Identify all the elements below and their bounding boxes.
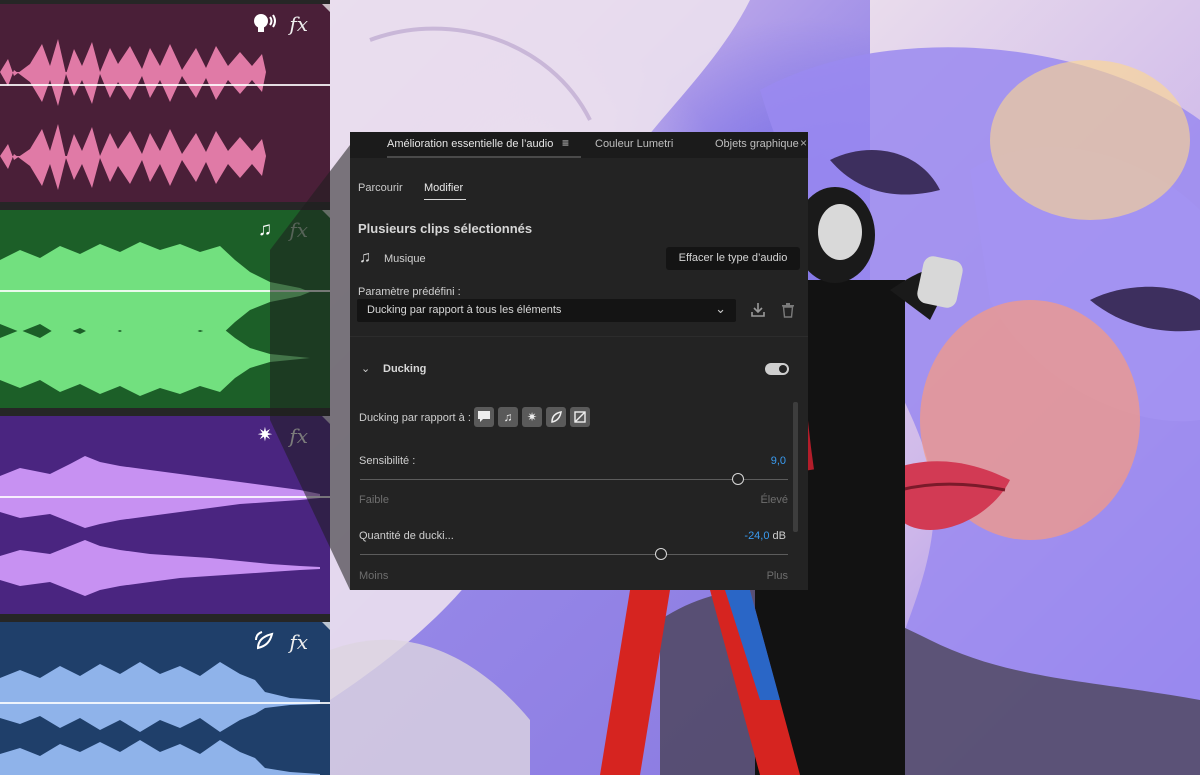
sensitivity-slider-track[interactable] [360,479,788,480]
ducking-amount-value[interactable]: -24,0 dB [744,530,786,542]
clear-audio-type-button[interactable]: Effacer le type d’audio [666,247,800,270]
chevron-down-icon: ⌄ [715,301,726,316]
duck-against-music-icon[interactable]: ♫ [498,407,518,427]
ducking-amount-min-label: Moins [359,570,389,582]
sensitivity-max-label: Élevé [760,494,788,506]
subtab-edit[interactable]: Modifier [424,182,463,194]
preset-label: Paramètre prédéfini : [358,286,461,298]
tab-graphics[interactable]: Objets graphique [715,138,799,150]
track-corner-marker [322,210,330,218]
ducking-toggle[interactable] [765,363,789,375]
duck-against-label: Ducking par rapport à : [359,412,471,424]
waveform-ambience [0,662,320,775]
ambience-icon[interactable] [252,630,278,654]
duck-against-unknown-icon[interactable] [570,407,590,427]
track-music[interactable]: ♫ fx [0,210,330,408]
essential-sound-panel: Amélioration essentielle de l’audio ≡ Co… [350,132,808,590]
fx-badge[interactable]: fx [289,12,308,36]
selection-heading: Plusieurs clips sélectionnés [358,221,533,236]
preset-value: Ducking par rapport à tous les éléments [367,304,562,316]
fx-badge[interactable]: fx [289,218,308,242]
ducking-amount-label: Quantité de ducki... [359,530,454,542]
track-corner-marker [322,622,330,630]
sensitivity-min-label: Faible [359,494,389,506]
waveform-dialogue [0,39,266,190]
save-preset-icon[interactable] [750,302,766,318]
preset-dropdown[interactable]: Ducking par rapport à tous les éléments … [357,299,736,322]
panel-menu-icon[interactable]: ≡ [562,136,569,150]
fx-badge[interactable]: fx [289,630,308,654]
track-dialogue[interactable]: fx [0,4,330,202]
duck-against-ambience-icon[interactable] [546,407,566,427]
ducking-amount-slider-track[interactable] [360,554,788,555]
music-note-icon: ♫ [359,249,371,266]
panel-tab-bar: Amélioration essentielle de l’audio ≡ Co… [350,132,808,158]
sensitivity-slider-thumb[interactable] [732,473,745,485]
toggle-knob [779,365,787,373]
tab-essential-sound[interactable]: Amélioration essentielle de l’audio [387,138,553,150]
close-icon[interactable]: × [800,136,807,150]
audio-type-label: Musique [384,253,426,265]
music-note-icon[interactable]: ♫ [252,218,278,242]
duck-against-sfx-icon[interactable]: ✷ [522,407,542,427]
ducking-amount-slider-thumb[interactable] [655,548,668,560]
subtab-browse[interactable]: Parcourir [358,182,403,194]
waveform-music [0,242,310,396]
fx-badge[interactable]: fx [289,424,308,448]
delete-preset-icon[interactable] [781,302,795,318]
dialogue-icon[interactable] [252,12,278,36]
active-tab-indicator [387,156,581,158]
sensitivity-label: Sensibilité : [359,455,416,467]
panel-scrollbar[interactable] [793,402,798,532]
duck-against-dialogue-icon[interactable] [474,407,494,427]
track-sfx[interactable]: ✷ fx [0,416,330,614]
ducking-amount-max-label: Plus [766,570,788,582]
ducking-section-title: Ducking [383,363,427,375]
sensitivity-value[interactable]: 9,0 [771,455,786,467]
sfx-burst-icon[interactable]: ✷ [252,424,278,448]
timeline-tracks: fx ♫ fx ✷ fx fx [0,0,330,775]
waveform-sfx [0,456,320,596]
track-ambience[interactable]: fx [0,622,330,775]
section-divider [350,336,808,337]
tab-lumetri-color[interactable]: Couleur Lumetri [595,138,673,150]
chevron-down-icon[interactable]: ⌄ [361,362,370,375]
subtab-indicator [424,199,466,200]
track-corner-marker [322,4,330,12]
track-corner-marker [322,416,330,424]
